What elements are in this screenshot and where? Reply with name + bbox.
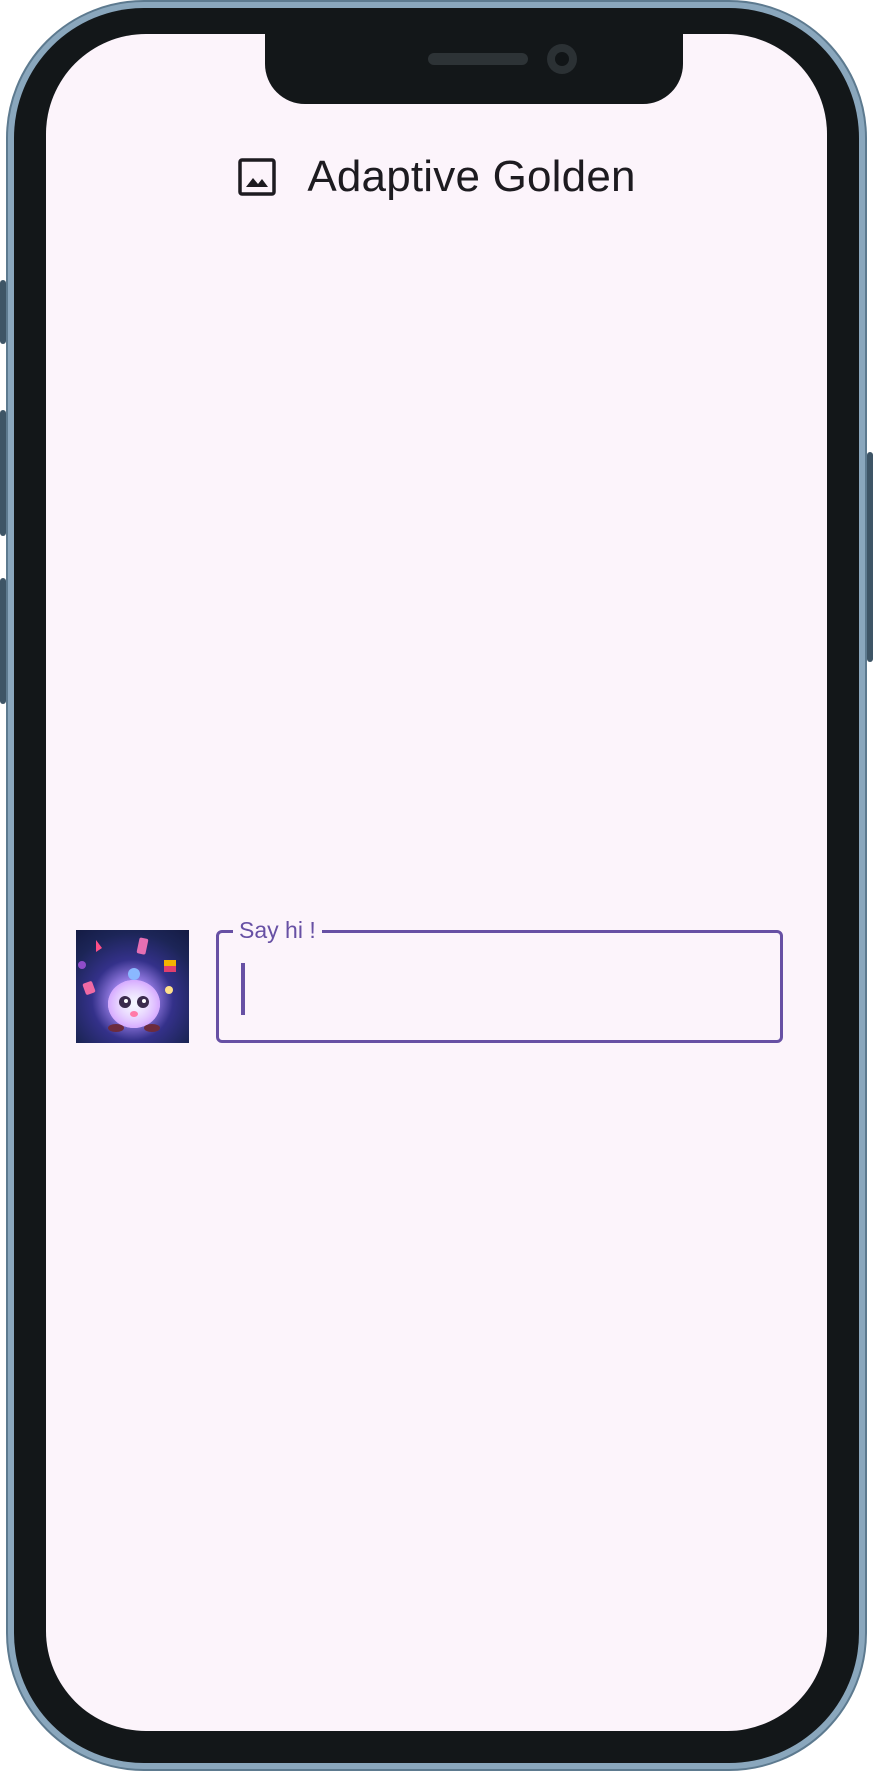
notch [265,34,683,104]
avatar-robot-icon [78,937,176,1032]
say-hi-label: Say hi ! [233,916,322,944]
text-cursor [241,963,245,1015]
speaker-grille [428,53,528,65]
mute-switch [0,280,6,344]
image-icon [237,157,277,197]
avatar-image[interactable] [76,930,189,1043]
app-title: Adaptive Golden [307,152,636,201]
say-hi-input[interactable] [251,953,755,1025]
phone-screen: Adaptive Golden Say hi ! [46,34,827,1731]
say-hi-text-field[interactable]: Say hi ! [216,916,783,1043]
volume-up-button [0,410,6,536]
app-bar: Adaptive Golden [46,142,827,212]
phone-device-frame: Adaptive Golden Say hi ! [0,0,873,1771]
front-camera [547,44,577,74]
volume-down-button [0,578,6,704]
power-button [867,452,873,662]
